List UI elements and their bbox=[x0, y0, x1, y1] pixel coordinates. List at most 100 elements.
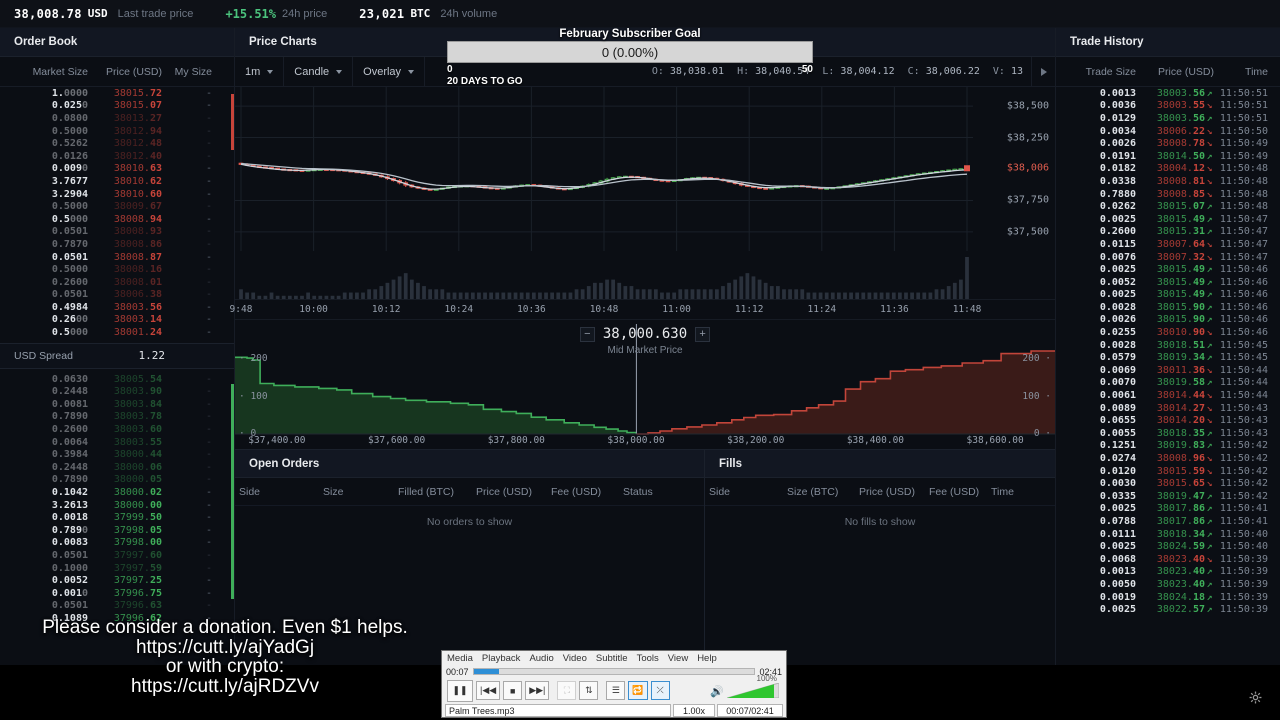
order-book-row[interactable]: 0.2600 38003.14 - bbox=[0, 314, 234, 327]
order-book-row[interactable]: 0.5262 38012.48 - bbox=[0, 137, 234, 150]
arrow-up-icon: ↗ bbox=[1206, 201, 1213, 213]
vlc-menu-view[interactable]: View bbox=[668, 653, 688, 664]
order-book-row[interactable]: 0.2448 38000.06 - bbox=[0, 461, 234, 474]
arrow-up-icon: ↗ bbox=[1206, 440, 1213, 452]
order-book-row[interactable]: 3.7677 38010.62 - bbox=[0, 175, 234, 188]
arrow-up-icon: ↗ bbox=[1206, 339, 1213, 351]
vlc-seek-row: 00:07 02:41 bbox=[442, 665, 786, 678]
vlc-next-button[interactable]: ▶▶| bbox=[525, 681, 550, 700]
vlc-volume-label: 100% bbox=[756, 674, 777, 683]
order-book-row[interactable]: 0.7890 37998.05 - bbox=[0, 524, 234, 537]
trade-rows: 0.0013 38003.56↗ 11:50:51 0.0036 38003.55↘ 11… bbox=[1056, 87, 1280, 616]
trade-time: 11:50:46 bbox=[1219, 327, 1268, 339]
vlc-stop-button[interactable]: ■ bbox=[503, 681, 523, 700]
order-size: 0.7890 bbox=[51, 524, 88, 536]
trade-size: 0.0028 bbox=[1099, 301, 1136, 313]
vlc-loop-button[interactable]: 🔁 bbox=[628, 681, 648, 700]
order-book-row[interactable]: 0.0064 38003.55 - bbox=[0, 436, 234, 449]
order-book-row[interactable]: 0.0010 37996.75 - bbox=[0, 587, 234, 600]
arrow-down-icon: ↘ bbox=[1206, 125, 1213, 137]
order-book-row[interactable]: 0.7890 38000.05 - bbox=[0, 474, 234, 487]
order-size: 0.0083 bbox=[51, 537, 88, 549]
order-book-row[interactable]: 0.0081 38003.84 - bbox=[0, 398, 234, 411]
vlc-menu-video[interactable]: Video bbox=[563, 653, 587, 664]
order-book-row[interactable]: 0.4984 38003.56 - bbox=[0, 301, 234, 314]
arrow-down-icon: ↘ bbox=[1206, 100, 1213, 112]
vlc-pause-button[interactable]: ❚❚ bbox=[447, 679, 473, 702]
vlc-shuffle-button[interactable]: ⤫ bbox=[650, 681, 670, 700]
trade-row: 0.0788 38017.86↗ 11:50:41 bbox=[1056, 515, 1280, 528]
order-book-row[interactable]: 0.2448 38003.90 - bbox=[0, 385, 234, 398]
vlc-menu-subtitle[interactable]: Subtitle bbox=[596, 653, 628, 664]
vlc-media-player[interactable]: Media Playback Audio Video Subtitle Tools View… bbox=[441, 650, 787, 718]
order-price: 38000.44 bbox=[113, 449, 162, 461]
trade-price: 38023.40↗ bbox=[1156, 566, 1213, 578]
order-book-row[interactable]: 0.7890 38003.78 - bbox=[0, 411, 234, 424]
vlc-playback-rate[interactable]: 1.00x bbox=[673, 704, 715, 717]
fills-title: Fills bbox=[705, 450, 1055, 478]
order-book-row[interactable]: 0.0018 37999.50 - bbox=[0, 511, 234, 524]
order-book-row[interactable]: 0.0630 38005.54 - bbox=[0, 373, 234, 386]
order-book-row[interactable]: 0.1000 37997.59 - bbox=[0, 562, 234, 575]
oo-col-status: Status bbox=[623, 485, 653, 498]
order-book-row[interactable]: 0.0083 37998.00 - bbox=[0, 537, 234, 550]
gear-icon[interactable] bbox=[1249, 691, 1262, 704]
vlc-menu-audio[interactable]: Audio bbox=[529, 653, 553, 664]
vlc-menu-help[interactable]: Help bbox=[697, 653, 717, 664]
vlc-seek-bar[interactable] bbox=[472, 668, 756, 675]
depth-zoom-in-button[interactable]: + bbox=[695, 326, 711, 342]
order-book-row[interactable]: 3.2904 38010.60 - bbox=[0, 188, 234, 201]
depth-zoom-out-button[interactable]: − bbox=[579, 326, 595, 342]
trade-time: 11:50:51 bbox=[1219, 87, 1268, 99]
order-book-row[interactable]: 0.0501 38008.87 - bbox=[0, 251, 234, 264]
vlc-playlist-button[interactable]: ☰ bbox=[606, 681, 626, 700]
order-book-row[interactable]: 0.0501 37997.60 - bbox=[0, 549, 234, 562]
trade-size: 0.0089 bbox=[1099, 402, 1136, 414]
trade-row: 0.0025 38022.57↗ 11:50:39 bbox=[1056, 603, 1280, 616]
vlc-volume-slider[interactable] bbox=[726, 682, 780, 699]
order-book-row[interactable]: 0.2600 38008.01 - bbox=[0, 276, 234, 289]
vlc-previous-button[interactable]: |◀◀ bbox=[476, 681, 501, 700]
order-book-row[interactable]: 0.7870 38008.86 - bbox=[0, 238, 234, 251]
trade-price: 38019.83↗ bbox=[1156, 440, 1213, 452]
order-book-row[interactable]: 0.0126 38012.40 - bbox=[0, 150, 234, 163]
overlay-selector[interactable]: Overlay bbox=[353, 56, 426, 87]
order-book-row[interactable]: 0.0501 38008.93 - bbox=[0, 226, 234, 239]
trade-time: 11:50:45 bbox=[1219, 339, 1268, 351]
trade-time: 11:50:48 bbox=[1219, 188, 1268, 200]
order-book-row[interactable]: 0.5000 38001.24 - bbox=[0, 326, 234, 339]
vlc-fullscreen-button[interactable]: ⛶ bbox=[557, 681, 577, 700]
order-book-row[interactable]: 0.5000 38009.67 - bbox=[0, 200, 234, 213]
vlc-effects-button[interactable]: ⇅ bbox=[579, 681, 599, 700]
order-book-row[interactable]: 1.0000 38015.72 - bbox=[0, 87, 234, 100]
depth-chart[interactable]: − 38,000.630 + Mid Market Price $37,400.… bbox=[235, 319, 1056, 449]
arrow-up-icon: ↗ bbox=[1206, 112, 1213, 124]
interval-selector[interactable]: 1m bbox=[235, 56, 285, 87]
order-book-row[interactable]: 0.0250 38015.07 - bbox=[0, 100, 234, 113]
order-book-row[interactable]: 0.5000 38008.94 - bbox=[0, 213, 234, 226]
candlestick-chart[interactable]: $37,500 $37,750 $38,250 $38,500 $38,006 bbox=[235, 87, 1055, 299]
order-book-row[interactable]: 0.0090 38010.63 - bbox=[0, 163, 234, 176]
vlc-menu-media[interactable]: Media bbox=[447, 653, 473, 664]
order-book-row[interactable]: 0.2600 38003.60 - bbox=[0, 423, 234, 436]
trade-price: 38008.85↘ bbox=[1156, 188, 1213, 200]
vlc-menu-tools[interactable]: Tools bbox=[637, 653, 659, 664]
trade-size: 0.0025 bbox=[1099, 264, 1136, 276]
order-book-row[interactable]: 0.0501 38006.38 - bbox=[0, 289, 234, 302]
my-size: - bbox=[205, 499, 212, 511]
order-book-row[interactable]: 0.0052 37997.25 - bbox=[0, 574, 234, 587]
vlc-volume-control[interactable]: 🔊 100% bbox=[710, 674, 781, 699]
order-book-row[interactable]: 0.0800 38013.27 - bbox=[0, 112, 234, 125]
order-book-row[interactable]: 0.0501 37996.63 - bbox=[0, 600, 234, 613]
order-book-row[interactable]: 0.5000 38012.94 - bbox=[0, 125, 234, 138]
order-book-row[interactable]: 0.3984 38000.44 - bbox=[0, 448, 234, 461]
trade-price: 38003.56↗ bbox=[1156, 87, 1213, 99]
order-book-row[interactable]: 0.5000 38008.16 - bbox=[0, 263, 234, 276]
order-book-row[interactable]: 3.2613 38000.00 - bbox=[0, 499, 234, 512]
chart-play-button[interactable] bbox=[1031, 56, 1055, 87]
order-book-row[interactable]: 0.1042 38000.02 - bbox=[0, 486, 234, 499]
vlc-menu-playback[interactable]: Playback bbox=[482, 653, 521, 664]
trade-row: 0.0013 38003.56↗ 11:50:51 bbox=[1056, 87, 1280, 100]
order-size: 0.0126 bbox=[51, 150, 88, 162]
chart-type-selector[interactable]: Candle bbox=[284, 56, 354, 87]
